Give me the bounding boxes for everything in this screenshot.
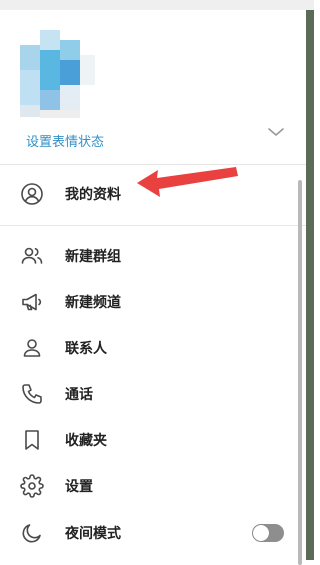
- megaphone-icon: [20, 290, 44, 314]
- menu-label: 设置: [65, 479, 93, 495]
- menu-label: 通话: [65, 387, 93, 403]
- menu-label: 我的资料: [65, 187, 121, 203]
- menu-item-new-channel[interactable]: 新建频道: [0, 280, 300, 324]
- side-menu: 设置表情状态 我的资料 新建群组 新建频道 联系人 通话 收藏夹 设置 夜间模式: [0, 10, 306, 565]
- moon-icon: [20, 521, 44, 545]
- menu-item-night-mode[interactable]: 夜间模式: [0, 511, 300, 555]
- menu-label: 新建群组: [65, 249, 121, 265]
- set-emoji-status-link[interactable]: 设置表情状态: [26, 131, 104, 150]
- menu-item-settings[interactable]: 设置: [0, 464, 300, 508]
- chevron-down-icon[interactable]: [266, 122, 286, 142]
- menu-label: 联系人: [65, 341, 107, 357]
- bookmark-icon: [20, 428, 44, 452]
- menu-item-saved[interactable]: 收藏夹: [0, 418, 300, 462]
- user-circle-icon: [20, 182, 44, 206]
- menu-item-new-group[interactable]: 新建群组: [0, 234, 300, 278]
- toggle-knob: [253, 525, 269, 541]
- group-icon: [20, 244, 44, 268]
- phone-icon: [20, 382, 44, 406]
- avatar[interactable]: [20, 30, 100, 120]
- night-mode-toggle[interactable]: [252, 524, 284, 542]
- menu-item-my-profile[interactable]: 我的资料: [0, 172, 300, 216]
- background-chat-edge: [306, 10, 314, 560]
- divider: [0, 225, 306, 226]
- menu-label: 收藏夹: [65, 433, 107, 449]
- menu-item-contacts[interactable]: 联系人: [0, 326, 300, 370]
- menu-item-calls[interactable]: 通话: [0, 372, 300, 416]
- menu-label: 新建频道: [65, 295, 121, 311]
- divider: [0, 164, 306, 165]
- person-icon: [20, 336, 44, 360]
- window-top-strip: [0, 0, 314, 10]
- scrollbar[interactable]: [298, 180, 302, 565]
- menu-label: 夜间模式: [65, 526, 121, 542]
- gear-icon: [20, 474, 44, 498]
